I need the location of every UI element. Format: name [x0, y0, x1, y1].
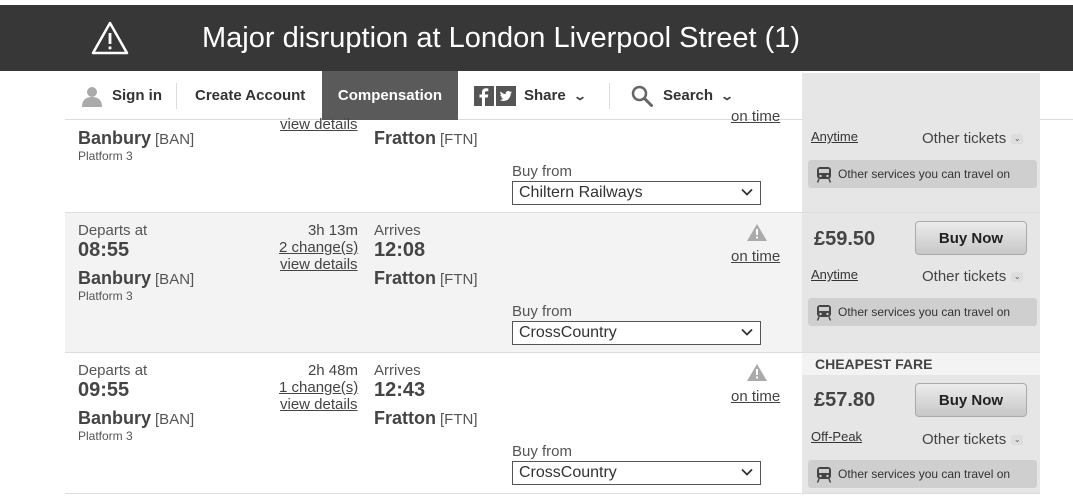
buy-from-label: Buy from — [512, 303, 573, 320]
arrival-station: Fratton [FTN] — [374, 268, 478, 288]
train-icon — [816, 467, 832, 483]
departure-time: 08:55 — [78, 239, 130, 261]
arrival-time: 12:08 — [374, 239, 426, 261]
arrives-label: Arrives — [374, 222, 421, 239]
chevron-down-icon: ⌄ — [1011, 272, 1024, 283]
disruption-title[interactable]: Major disruption at London Liverpool Str… — [202, 22, 800, 55]
other-services-link[interactable]: Other services you can travel on — [808, 460, 1037, 488]
disruption-banner[interactable]: Major disruption at London Liverpool Str… — [0, 5, 1073, 71]
other-tickets-toggle[interactable]: Other tickets ⌄ — [922, 268, 1024, 285]
departs-label: Departs at — [78, 222, 148, 239]
status-link[interactable]: on time — [731, 108, 780, 125]
alert-icon[interactable] — [746, 363, 768, 382]
departure-time: 09:55 — [78, 379, 130, 401]
alert-icon[interactable] — [746, 223, 768, 242]
arrival-time: 12:43 — [374, 379, 426, 401]
status-link[interactable]: on time — [731, 248, 780, 265]
arrives-label: Arrives — [374, 362, 421, 379]
journey-duration: 3h 13m — [307, 222, 358, 239]
buy-now-button[interactable]: Buy Now — [915, 221, 1027, 255]
status-link[interactable]: on time — [731, 388, 780, 405]
buy-from-label: Buy from — [512, 443, 573, 460]
view-details-link[interactable]: view details — [280, 116, 358, 133]
operator-select-value: Chiltern Railways — [519, 184, 643, 201]
chevron-down-icon: ⌄ — [1011, 134, 1024, 145]
chevron-down-icon: ⌄ — [1011, 435, 1024, 446]
train-icon — [816, 305, 832, 321]
buy-now-button[interactable]: Buy Now — [915, 383, 1027, 417]
operator-select-value: CrossCountry — [519, 464, 617, 481]
departure-station: Banbury [BAN] — [78, 268, 195, 288]
fare-price: £59.50 — [814, 228, 876, 250]
train-icon — [816, 167, 832, 183]
view-details-link[interactable]: view details — [280, 396, 358, 413]
cheapest-fare-label: CHEAPEST FARE — [815, 356, 933, 372]
other-services-link[interactable]: Other services you can travel on — [808, 160, 1037, 188]
operator-select-value: CrossCountry — [519, 324, 617, 341]
arrival-station: Fratton [FTN] — [374, 408, 478, 428]
platform: Platform 3 — [78, 289, 133, 303]
operator-select[interactable]: Chiltern Railways — [512, 181, 761, 205]
operator-select[interactable]: CrossCountry — [512, 321, 761, 345]
fare-type-link[interactable]: Anytime — [811, 267, 858, 282]
platform: Platform 3 — [78, 429, 133, 443]
arrival-station: Fratton [FTN] — [374, 128, 478, 148]
fare-type-link[interactable]: Anytime — [811, 129, 858, 144]
buy-from-label: Buy from — [512, 163, 573, 180]
departure-station: Banbury [BAN] — [78, 128, 195, 148]
other-services-link[interactable]: Other services you can travel on — [808, 298, 1037, 326]
operator-select[interactable]: CrossCountry — [512, 461, 761, 485]
fare-type-link[interactable]: Off-Peak — [811, 429, 862, 444]
chevron-down-icon — [741, 328, 753, 336]
other-tickets-toggle[interactable]: Other tickets ⌄ — [922, 431, 1024, 448]
changes-link[interactable]: 2 change(s) — [279, 239, 358, 256]
other-tickets-toggle[interactable]: Other tickets ⌄ — [922, 130, 1024, 147]
view-details-link[interactable]: view details — [280, 256, 358, 273]
chevron-down-icon — [741, 188, 753, 196]
row-divider — [65, 493, 1040, 494]
departure-station: Banbury [BAN] — [78, 408, 195, 428]
fare-price: £57.80 — [814, 389, 876, 411]
row-divider — [65, 352, 1040, 353]
row-divider — [65, 212, 1040, 213]
warning-icon — [91, 21, 129, 55]
changes-link[interactable]: 1 change(s) — [279, 379, 358, 396]
journey-duration: 2h 48m — [307, 362, 358, 379]
platform: Platform 3 — [78, 149, 133, 163]
chevron-down-icon — [741, 468, 753, 476]
departs-label: Departs at — [78, 362, 148, 379]
